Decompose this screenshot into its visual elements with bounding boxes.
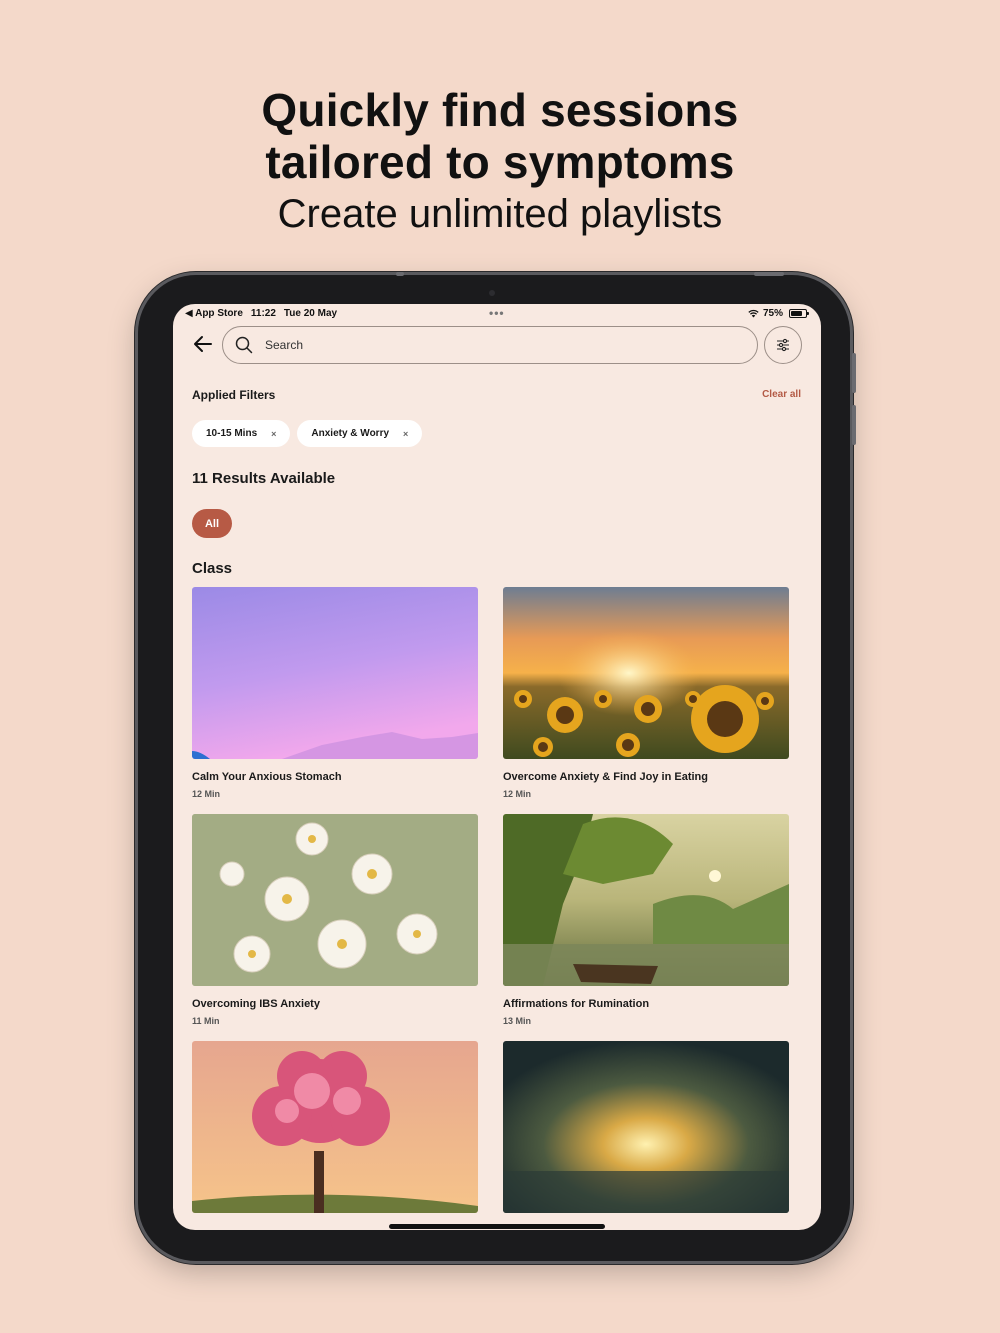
home-indicator[interactable]	[389, 1224, 605, 1229]
session-duration: 13 Min	[503, 1016, 532, 1026]
session-title: Overcome Anxiety & Find Joy in Eating	[503, 771, 708, 783]
remove-filter-icon[interactable]: ×	[271, 429, 276, 439]
battery-icon	[789, 309, 809, 318]
battery-percent: 75%	[762, 308, 783, 319]
sliders-icon	[777, 338, 789, 352]
applied-filters-label: Applied Filters	[192, 388, 276, 402]
search-bar[interactable]	[222, 326, 758, 364]
filter-chip-duration[interactable]: 10-15 Mins ×	[192, 420, 291, 447]
remove-filter-icon[interactable]: ×	[403, 429, 408, 439]
device-button	[754, 272, 784, 276]
clear-all-button[interactable]: Clear all	[762, 389, 801, 400]
filter-chip-symptom[interactable]: Anxiety & Worry ×	[297, 420, 423, 447]
section-title: Class	[192, 560, 233, 577]
session-card[interactable]: Overcoming IBS Anxiety 11 Min	[192, 814, 478, 1026]
session-thumbnail	[192, 1041, 478, 1213]
volume-button	[852, 405, 856, 445]
wifi-icon	[748, 309, 759, 318]
session-duration: 12 Min	[192, 789, 221, 799]
filter-chip-label: Anxiety & Worry	[311, 428, 390, 439]
screenshot-page: Quickly find sessions tailored to sympto…	[0, 0, 1000, 1333]
ipad-frame: ◀ App Store 11:22 Tue 20 May ••• 75% Sea…	[138, 272, 856, 1261]
session-thumbnail	[503, 587, 789, 759]
volume-button	[852, 353, 856, 393]
status-date: Tue 20 May	[283, 308, 338, 319]
session-duration: 12 Min	[503, 789, 532, 799]
promo-headline: Quickly find sessions tailored to sympto…	[0, 84, 1000, 240]
session-card[interactable]	[192, 1041, 478, 1213]
filter-button[interactable]	[764, 326, 802, 364]
filter-chip-label: 10-15 Mins	[206, 428, 258, 439]
headline-line-3: Create unlimited playlists	[277, 192, 723, 236]
arrow-left-icon	[194, 336, 212, 352]
status-time: 11:22	[250, 308, 276, 319]
back-to-app-store-link[interactable]: ◀ App Store	[185, 308, 243, 319]
magnifier-icon	[235, 336, 253, 354]
session-thumbnail	[192, 587, 478, 759]
headline-line-2: tailored to symptoms	[265, 136, 735, 188]
session-card[interactable]	[503, 1041, 789, 1213]
headline-line-1: Quickly find sessions	[261, 84, 739, 136]
session-thumbnail	[503, 1041, 789, 1213]
session-card[interactable]: Overcome Anxiety & Find Joy in Eating 12…	[503, 587, 789, 799]
session-card[interactable]: Affirmations for Rumination 13 Min	[503, 814, 789, 1026]
search-input[interactable]	[265, 338, 725, 352]
filter-chip-list: 10-15 Mins × Anxiety & Worry ×	[192, 420, 423, 447]
session-title: Affirmations for Rumination	[503, 998, 650, 1010]
device-button	[396, 272, 404, 276]
results-count: 11 Results Available	[192, 470, 336, 487]
category-all-pill[interactable]: All	[192, 509, 232, 538]
session-duration: 11 Min	[192, 1016, 220, 1026]
back-button[interactable]	[191, 332, 215, 356]
app-screen: ◀ App Store 11:22 Tue 20 May ••• 75% Sea…	[173, 304, 821, 1230]
session-card[interactable]: Calm Your Anxious Stomach 12 Min	[192, 587, 478, 799]
multitasking-dots-icon[interactable]: •••	[489, 306, 505, 320]
battery-fill	[791, 311, 802, 316]
session-title: Overcoming IBS Anxiety	[192, 998, 320, 1010]
session-thumbnail	[192, 814, 478, 986]
session-thumbnail	[503, 814, 789, 986]
status-bar: ◀ App Store 11:22 Tue 20 May ••• 75%	[173, 304, 821, 324]
session-title: Calm Your Anxious Stomach	[192, 771, 342, 783]
camera	[489, 290, 495, 296]
